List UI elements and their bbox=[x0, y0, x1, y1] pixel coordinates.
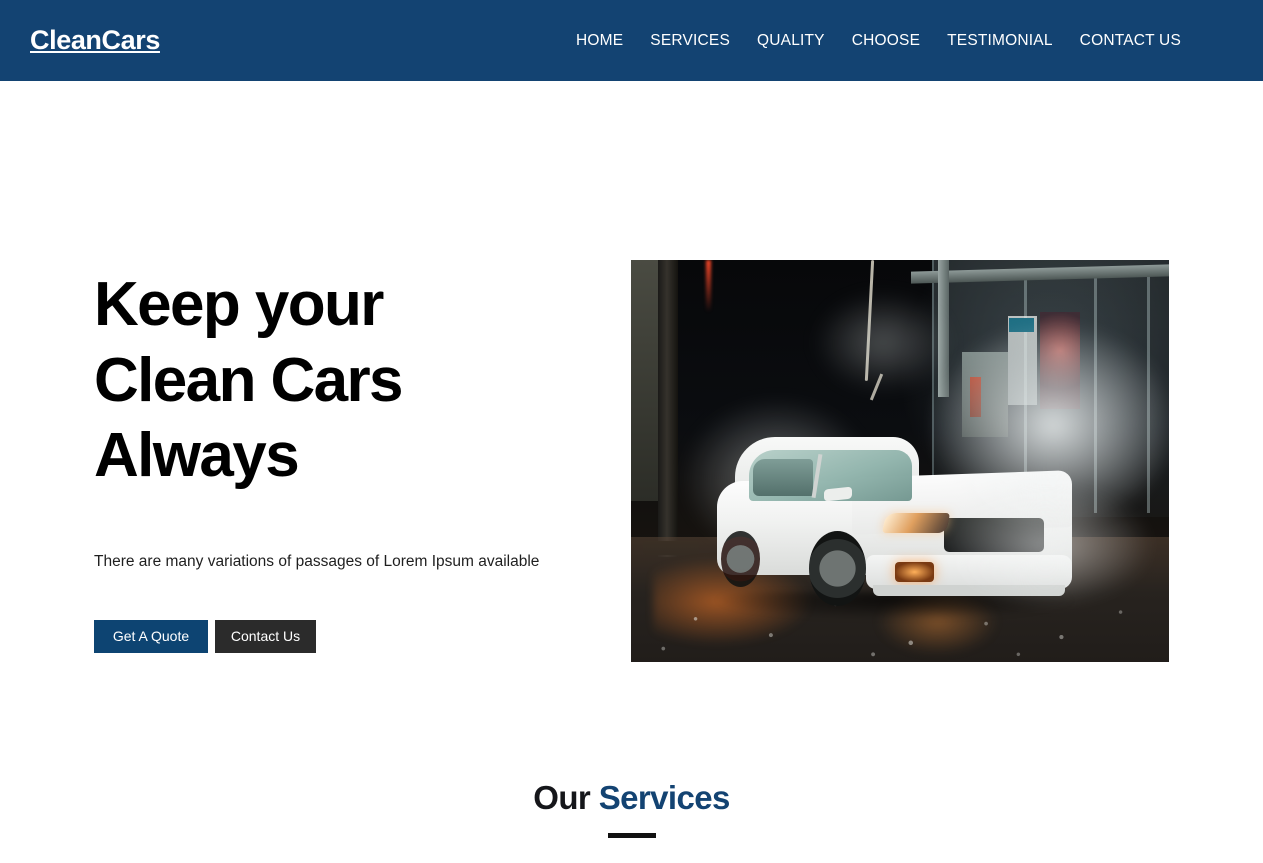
nav-link-home[interactable]: HOME bbox=[576, 33, 623, 49]
nav-link-contact-us[interactable]: CONTACT US bbox=[1080, 33, 1181, 49]
hero-subtitle: There are many variations of passages of… bbox=[94, 552, 540, 570]
services-heading-underline bbox=[607, 833, 656, 839]
services-heading-plain: Our bbox=[533, 779, 599, 816]
hero-title-line-3: Always bbox=[94, 421, 300, 491]
nav-link-testimonial[interactable]: TESTIMONIAL bbox=[947, 33, 1053, 49]
brand-logo[interactable]: CleanCars bbox=[30, 27, 160, 54]
site-header: CleanCars HOME SERVICES QUALITY CHOOSE T… bbox=[0, 0, 1263, 81]
get-a-quote-button[interactable]: Get A Quote bbox=[94, 619, 208, 653]
main-navigation: HOME SERVICES QUALITY CHOOSE TESTIMONIAL… bbox=[576, 33, 1231, 49]
hero-title-line-2: Clean Cars bbox=[94, 345, 404, 415]
hero-title: Keep your Clean Cars Always bbox=[94, 267, 564, 494]
hero-title-line-1: Keep your bbox=[94, 270, 384, 339]
steam-mist bbox=[910, 469, 1169, 638]
nav-link-services[interactable]: SERVICES bbox=[650, 33, 730, 49]
nav-link-quality[interactable]: QUALITY bbox=[757, 33, 825, 49]
services-heading-accent: Services bbox=[598, 779, 731, 816]
red-lamp-glow bbox=[706, 260, 712, 313]
services-heading: Our Services bbox=[0, 779, 1263, 816]
side-window bbox=[752, 458, 813, 496]
hero-image-car-wash bbox=[631, 260, 1169, 662]
hero-section: Keep your Clean Cars Always There are ma… bbox=[0, 81, 1263, 771]
rear-wheel bbox=[720, 531, 760, 588]
car-wash-scene bbox=[631, 260, 1169, 662]
services-section: Our Services bbox=[0, 771, 1263, 839]
hero-copy: Keep your Clean Cars Always There are ma… bbox=[94, 267, 564, 653]
nav-link-choose[interactable]: CHOOSE bbox=[852, 33, 920, 49]
hero-actions: Get A Quote Contact Us bbox=[94, 619, 564, 653]
contact-us-button[interactable]: Contact Us bbox=[215, 619, 316, 653]
